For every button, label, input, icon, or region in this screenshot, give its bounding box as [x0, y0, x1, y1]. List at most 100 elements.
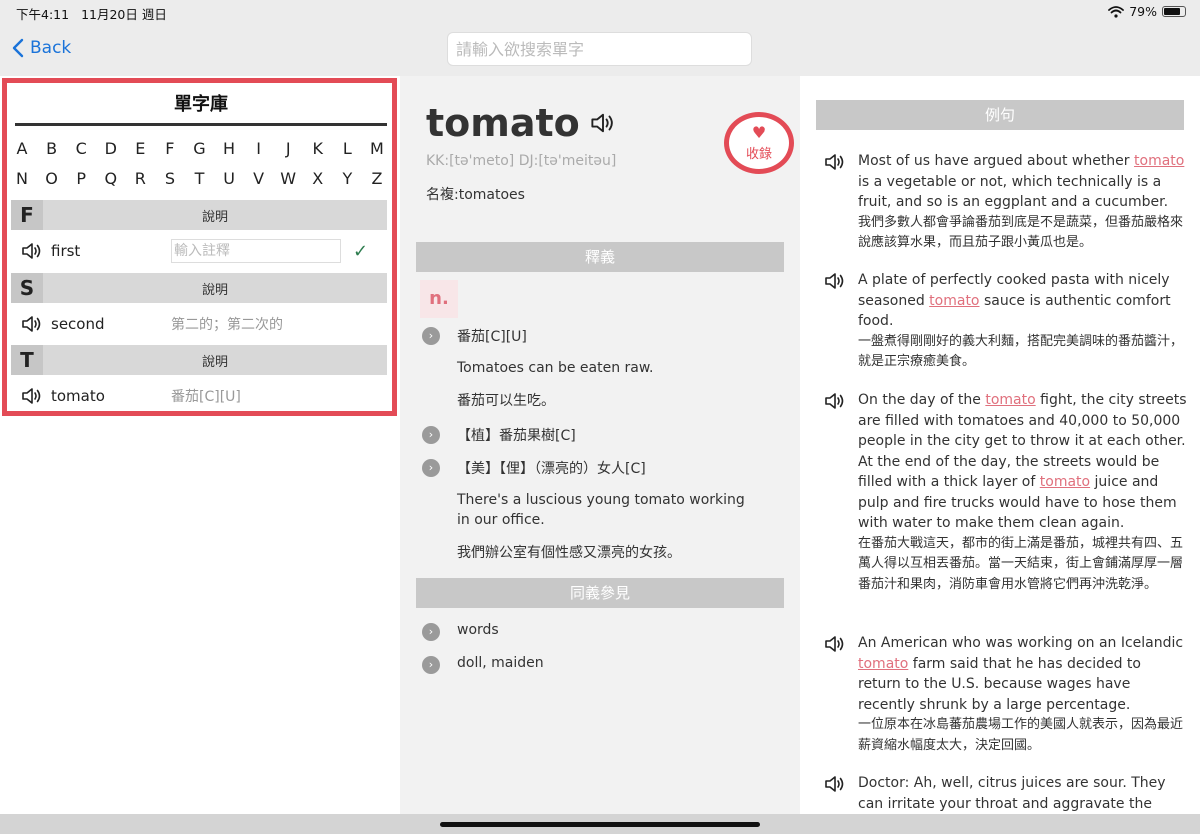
alphabet-index-t[interactable]: T [188, 169, 210, 188]
section-header-s: S 說明 [11, 273, 387, 303]
chevron-right-icon[interactable]: › [422, 327, 440, 345]
speaker-icon[interactable] [824, 635, 846, 653]
alphabet-index-s[interactable]: S [159, 169, 181, 188]
alphabet-index-f[interactable]: F [159, 139, 181, 158]
alphabet-index-z[interactable]: Z [366, 169, 388, 188]
word-text: tomato [51, 387, 105, 405]
alphabet-index-k[interactable]: K [307, 139, 329, 158]
word-row-tomato[interactable]: tomato 番茄[C][U] [11, 376, 387, 416]
section-letter: F [11, 200, 43, 230]
alphabet-index-q[interactable]: Q [100, 169, 122, 188]
alphabet-index-h[interactable]: H [218, 139, 240, 158]
speaker-icon[interactable] [21, 315, 43, 333]
speaker-icon[interactable] [824, 392, 846, 410]
battery-icon [1162, 6, 1186, 17]
highlighted-word[interactable]: tomato [929, 293, 979, 309]
definition-item[interactable]: › 【植】番茄果樹[C] [422, 425, 576, 445]
note-input[interactable] [171, 239, 341, 263]
example-zh: 一位原本在冰島蕃茄農場工作的美國人就表示，因為最近薪資縮水幅度太大，決定回國。 [858, 717, 1184, 753]
example-en: Tomatoes can be eaten raw. [457, 360, 654, 376]
highlighted-word[interactable]: tomato [1040, 474, 1090, 490]
alphabet-index-d[interactable]: D [100, 139, 122, 158]
speaker-icon[interactable] [21, 242, 43, 260]
alphabet-index-x[interactable]: X [307, 169, 329, 188]
plural-form: 名複:tomatoes [426, 187, 525, 203]
word-row-first[interactable]: first ✓ [11, 231, 387, 271]
alphabet-index-b[interactable]: B [41, 139, 63, 158]
alphabet-index-r[interactable]: R [129, 169, 151, 188]
alphabet-index-p[interactable]: P [70, 169, 92, 188]
heart-icon: ♥ [751, 122, 767, 142]
alphabet-index-v[interactable]: V [248, 169, 270, 188]
example-sentences-panel: 例句 Most of us have argued about whether … [800, 76, 1200, 814]
definition-header: 釋義 [416, 242, 784, 272]
word-text: second [51, 315, 105, 333]
synonym-text: doll, maiden [457, 655, 544, 671]
alphabet-index-c[interactable]: C [70, 139, 92, 158]
favorite-label: 收錄 [745, 146, 772, 162]
highlighted-word[interactable]: tomato [1134, 153, 1184, 169]
alphabet-index-o[interactable]: O [41, 169, 63, 188]
section-label: 說明 [201, 209, 228, 225]
alphabet-index-n[interactable]: N [11, 169, 33, 188]
example-en: On the day of the tomato fight, the city… [858, 392, 1187, 531]
phonetic: KK:[tə'meto] DJ:[tə'meitəu] [426, 153, 617, 169]
example-sentence: On the day of the tomato fight, the city… [824, 390, 1188, 595]
alphabet-index-l[interactable]: L [336, 139, 358, 158]
chevron-right-icon[interactable]: › [422, 459, 440, 477]
definition-item[interactable]: › 番茄[C][U] [422, 326, 527, 346]
home-indicator[interactable] [440, 822, 760, 827]
checkmark-icon[interactable]: ✓ [353, 241, 368, 262]
section-header-t: T 說明 [11, 345, 387, 375]
alphabet-index-w[interactable]: W [277, 169, 299, 188]
back-button[interactable]: Back [12, 38, 71, 58]
alphabet-index-u[interactable]: U [218, 169, 240, 188]
definition-item[interactable]: › 【美】【俚】（漂亮的）女人[C] [422, 458, 646, 478]
synonym-header: 同義參見 [416, 578, 784, 608]
chevron-right-icon[interactable]: › [422, 426, 440, 444]
example-zh: 番茄可以生吃。 [457, 393, 555, 409]
synonym-item[interactable]: › words [422, 622, 499, 641]
definition-text: 【美】【俚】（漂亮的）女人[C] [457, 461, 646, 477]
alphabet-index-e[interactable]: E [129, 139, 151, 158]
example-sentence: Most of us have argued about whether tom… [824, 151, 1188, 254]
alphabet-index-i[interactable]: I [248, 139, 270, 158]
word-definition: 第二的；第二次的 [171, 317, 283, 333]
part-of-speech: n. [420, 280, 458, 318]
synonym-item[interactable]: › doll, maiden [422, 655, 544, 674]
section-header-f: F 說明 [11, 200, 387, 230]
highlighted-word[interactable]: tomato [985, 392, 1035, 408]
section-letter: S [11, 273, 43, 303]
chevron-right-icon[interactable]: › [422, 656, 440, 674]
status-date: 11月20日 週日 [81, 7, 167, 22]
back-label: Back [30, 38, 72, 58]
alphabet-index-m[interactable]: M [366, 139, 388, 158]
section-label: 說明 [201, 354, 228, 370]
example-zh: 我們辦公室有個性感又漂亮的女孩。 [457, 545, 681, 561]
speaker-icon[interactable] [824, 775, 846, 793]
speaker-icon[interactable] [590, 112, 616, 134]
example-sentence: A plate of perfectly cooked pasta with n… [824, 270, 1188, 373]
alphabet-index-row-1: ABCDEFGHIJKLM [7, 139, 392, 158]
chevron-right-icon[interactable]: › [422, 623, 440, 641]
alphabet-index-g[interactable]: G [188, 139, 210, 158]
example-zh: 我們多數人都會爭論番茄到底是不是蔬菜，但番茄嚴格來說應該算水果，而且茄子跟小黃瓜… [858, 214, 1184, 251]
example-en: Doctor: Ah, well, citrus juices are sour… [858, 775, 1166, 812]
speaker-icon[interactable] [824, 153, 846, 171]
definition-text: 【植】番茄果樹[C] [457, 428, 576, 444]
word-row-second[interactable]: second 第二的；第二次的 [11, 304, 387, 344]
examples-header: 例句 [816, 100, 1184, 130]
alphabet-index-a[interactable]: A [11, 139, 33, 158]
word-bank-title: 單字庫 [15, 89, 387, 126]
highlighted-word[interactable]: tomato [858, 656, 908, 672]
top-bar: 下午4:11 11月20日 週日 79% Back [0, 0, 1200, 76]
favorite-button[interactable]: ♥ 收錄 [724, 112, 794, 174]
example-en: A plate of perfectly cooked pasta with n… [858, 272, 1171, 329]
example-sentence: Doctor: Ah, well, citrus juices are sour… [824, 773, 1188, 814]
alphabet-index-y[interactable]: Y [336, 169, 358, 188]
alphabet-index-j[interactable]: J [277, 139, 299, 158]
search-input[interactable] [447, 32, 752, 66]
speaker-icon[interactable] [824, 272, 846, 290]
speaker-icon[interactable] [21, 387, 43, 405]
definition-text: 番茄[C][U] [457, 329, 527, 345]
